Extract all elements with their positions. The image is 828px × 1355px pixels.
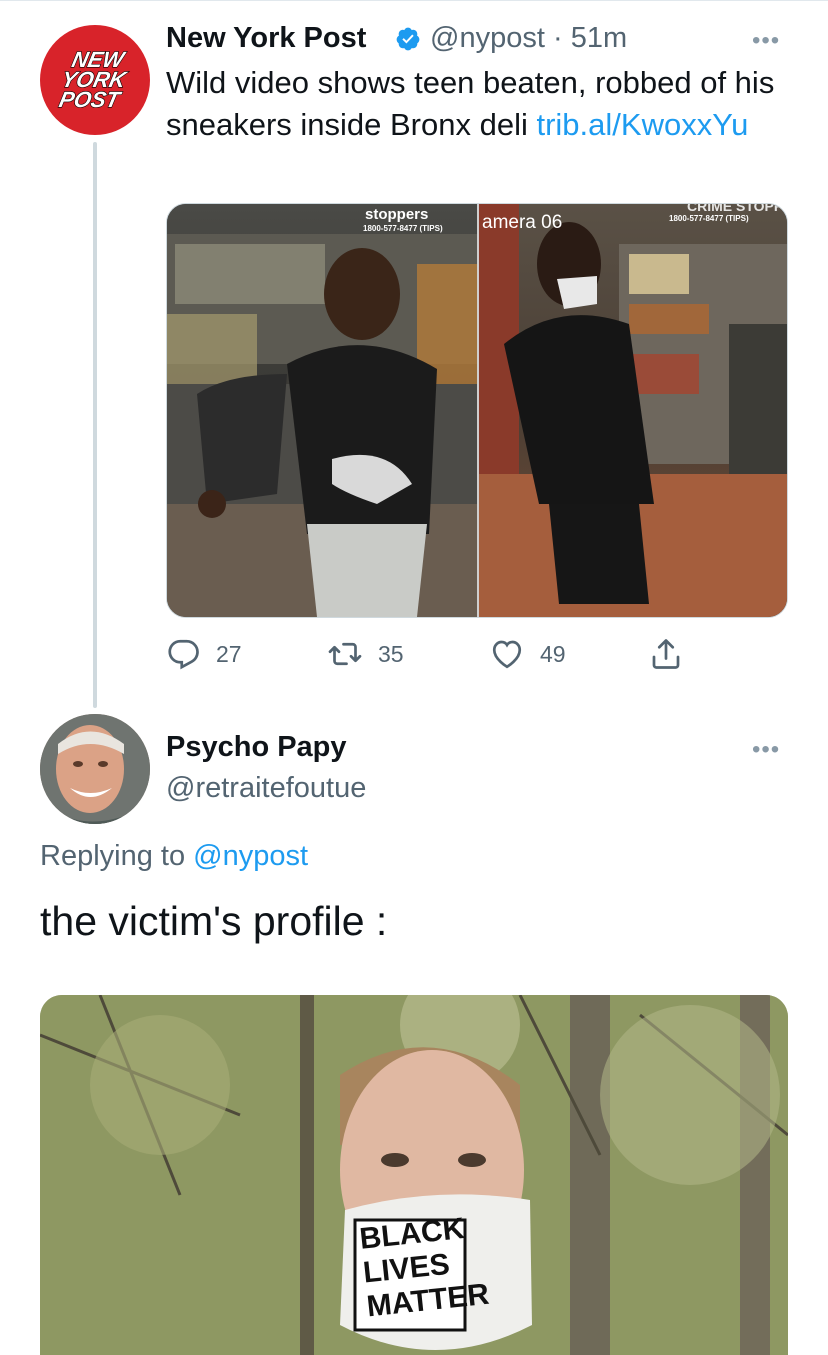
surveillance-image-right (479, 204, 787, 617)
logo-line-3: POST (57, 87, 125, 112)
tweet-media[interactable]: stoppers 1800-577-8477 (TIPS) amera 06 C… (166, 203, 788, 618)
reply-author-name[interactable]: Psycho Papy (166, 731, 347, 764)
handle-text: @nypost (430, 22, 545, 54)
surveillance-frame-left: stoppers 1800-577-8477 (TIPS) (167, 204, 477, 617)
time-separator: · (552, 22, 563, 54)
reply-avatar-image (40, 714, 150, 824)
reply-author-avatar[interactable] (40, 714, 150, 824)
tweet-link[interactable]: trib.al/KwoxxYu (536, 107, 748, 142)
surveillance-image-left (167, 234, 477, 617)
tweet-more-button[interactable]: ••• (752, 29, 780, 53)
like-count: 49 (540, 640, 566, 667)
reply-body-text: the victim's profile : (40, 898, 388, 944)
top-divider (0, 0, 828, 1)
nypost-avatar[interactable]: NEW YORK POST (40, 25, 150, 135)
replying-to-line: Replying to @nypost (40, 840, 308, 873)
retweet-icon (328, 642, 362, 666)
share-icon (652, 639, 680, 669)
reply-media[interactable]: BLACK LIVES MATTER (40, 995, 788, 1355)
left-overlay-brand: stoppers (365, 206, 429, 223)
camera-label: amera 06 (482, 212, 563, 233)
replying-mention-link[interactable]: @nypost (193, 840, 308, 872)
tweet-author-name[interactable]: New York Post (166, 22, 366, 55)
reply-count: 27 (216, 640, 242, 667)
verified-badge-icon (396, 27, 420, 51)
reply-icon (168, 639, 199, 670)
replying-prefix: Replying to (40, 840, 194, 872)
share-button[interactable] (648, 634, 684, 674)
heart-icon (492, 640, 522, 669)
right-overlay-brand: CRIME STOPPER (687, 204, 787, 214)
tweet-body: Wild video shows teen beaten, robbed of … (166, 62, 796, 146)
retweet-count: 35 (378, 640, 404, 667)
reply-button[interactable]: 27 (166, 634, 242, 674)
left-overlay-phone: 1800-577-8477 (TIPS) (363, 224, 443, 233)
reply-author-handle[interactable]: @retraitefoutue (166, 772, 366, 805)
tweet-author-handle[interactable]: @nypost · 51m (430, 22, 627, 55)
mask-print: BLACK LIVES MATTER (358, 1212, 491, 1324)
tweet-timestamp[interactable]: 51m (571, 22, 627, 54)
thread-connector-line (93, 142, 97, 708)
reply-more-button[interactable]: ••• (752, 738, 780, 762)
nypost-logo: NEW YORK POST (56, 47, 130, 113)
like-button[interactable]: 49 (488, 634, 566, 674)
retweet-button[interactable]: 35 (326, 634, 404, 674)
surveillance-frame-right: amera 06 CRIME STOPPER 1800-577-8477 (TI… (479, 204, 787, 617)
right-overlay-phone: 1800-577-8477 (TIPS) (669, 214, 749, 223)
